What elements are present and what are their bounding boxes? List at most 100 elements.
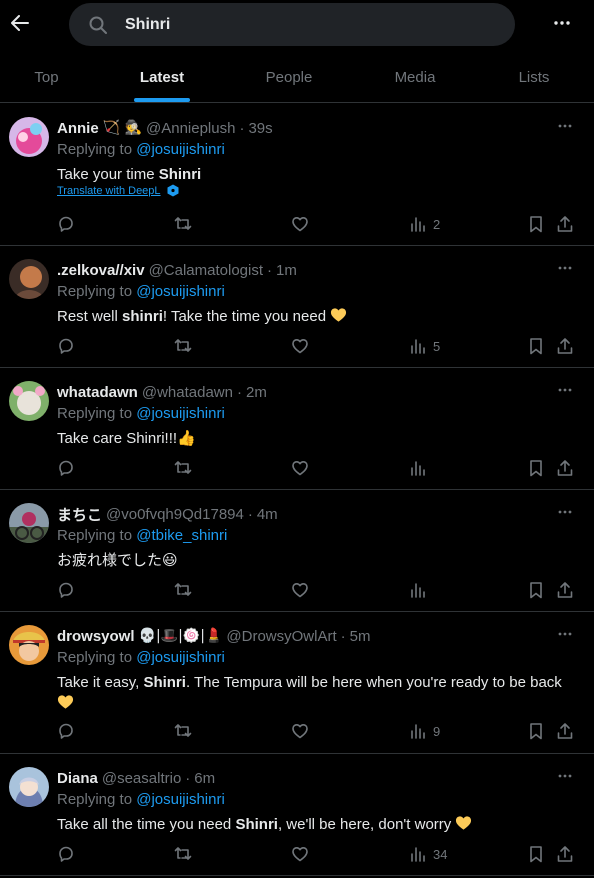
search-input[interactable]	[125, 15, 485, 34]
tweet-text-highlight: shinri	[122, 308, 163, 325]
search-icon	[89, 16, 107, 34]
bookmark-button[interactable]	[527, 578, 545, 602]
tweet-text-part: お疲れ様でした😃	[57, 552, 178, 569]
tweet-more-button[interactable]	[554, 624, 576, 644]
avatar[interactable]	[9, 625, 49, 665]
tweet-more-button[interactable]	[554, 502, 576, 522]
like-button[interactable]	[291, 719, 309, 743]
avatar[interactable]	[9, 503, 49, 543]
retweet-icon	[174, 217, 192, 230]
share-button[interactable]	[556, 578, 574, 602]
top-bar	[0, 0, 594, 48]
user-handle[interactable]: @Annieplush	[146, 120, 235, 137]
tweet[interactable]: .zelkova//xiv @Calamatologist · 1m Reply…	[0, 246, 594, 368]
bookmark-button[interactable]	[527, 334, 545, 358]
tweet-text-part: Take care Shinri!!!👍	[57, 430, 196, 447]
bookmark-button[interactable]	[527, 212, 545, 236]
user-handle[interactable]: @whatadawn	[142, 384, 233, 401]
retweet-button[interactable]	[174, 578, 192, 602]
user-handle[interactable]: @Calamatologist	[149, 262, 263, 279]
views-count: 5	[433, 338, 441, 354]
tweet[interactable]: Annie 🏹 🕵 @Annieplush · 39s Replying to …	[0, 104, 594, 246]
display-name[interactable]: drowsyowl	[57, 628, 135, 645]
user-handle[interactable]: @DrowsyOwlArt	[226, 628, 336, 645]
tweet-time[interactable]: 4m	[257, 506, 278, 523]
like-button[interactable]	[291, 334, 309, 358]
tweet[interactable]: まちこ @vo0fvqh9Qd17894 · 4m Replying to @t…	[0, 490, 594, 612]
bookmark-button[interactable]	[527, 719, 545, 743]
reply-button[interactable]	[57, 842, 75, 866]
retweet-button[interactable]	[174, 719, 192, 743]
avatar[interactable]	[9, 117, 49, 157]
display-name[interactable]: whatadawn	[57, 384, 138, 401]
tweet-more-button[interactable]	[554, 258, 576, 278]
avatar[interactable]	[9, 767, 49, 807]
share-button[interactable]	[556, 334, 574, 358]
tweet-time[interactable]: 5m	[350, 628, 371, 645]
tweet-time[interactable]: 1m	[276, 262, 297, 279]
views-button[interactable]: 2	[409, 212, 440, 236]
tab-top[interactable]: Top	[0, 53, 93, 102]
tweet[interactable]: drowsyowl 💀|🎩|🍥|💄 @DrowsyOwlArt · 5m Rep…	[0, 612, 594, 754]
reply-button[interactable]	[57, 334, 75, 358]
reply-button[interactable]	[57, 212, 75, 236]
reply-mention-link[interactable]: @josuijishinri	[136, 141, 225, 158]
retweet-button[interactable]	[174, 212, 192, 236]
tab-latest[interactable]: Latest	[117, 53, 207, 102]
reply-mention-link[interactable]: @josuijishinri	[136, 405, 225, 422]
display-name[interactable]: Diana	[57, 770, 98, 787]
back-button[interactable]	[4, 6, 36, 40]
views-button[interactable]	[409, 578, 433, 602]
views-button[interactable]	[409, 456, 433, 480]
tweet[interactable]: Diana @seasaltrio · 6m Replying to @josu…	[0, 754, 594, 876]
share-button[interactable]	[556, 456, 574, 480]
avatar[interactable]	[9, 381, 49, 421]
translate-link[interactable]: Translate with DeepL	[57, 184, 179, 197]
views-button[interactable]: 9	[409, 719, 440, 743]
reply-mention-link[interactable]: @tbike_shinri	[136, 527, 227, 544]
reply-mention-link[interactable]: @josuijishinri	[136, 791, 225, 808]
share-button[interactable]	[556, 842, 574, 866]
replying-to: Replying to @tbike_shinri	[57, 527, 227, 544]
display-name[interactable]: Annie	[57, 120, 99, 137]
tab-people[interactable]: People	[237, 53, 341, 102]
reply-mention-link[interactable]: @josuijishinri	[136, 283, 225, 300]
user-handle[interactable]: @seasaltrio	[102, 770, 181, 787]
more-options-button[interactable]	[549, 10, 575, 36]
like-button[interactable]	[291, 212, 309, 236]
retweet-button[interactable]	[174, 456, 192, 480]
bookmark-button[interactable]	[527, 842, 545, 866]
search-box[interactable]	[69, 3, 515, 46]
reply-mention-link[interactable]: @josuijishinri	[136, 649, 225, 666]
reply-button[interactable]	[57, 456, 75, 480]
views-button[interactable]: 5	[409, 334, 440, 358]
tweet-time[interactable]: 39s	[248, 120, 272, 137]
tweet-text: Take your time Shinri	[57, 164, 577, 185]
retweet-button[interactable]	[174, 334, 192, 358]
more-horizontal-icon	[558, 632, 572, 636]
views-button[interactable]: 34	[409, 842, 447, 866]
bookmark-button[interactable]	[527, 456, 545, 480]
display-name[interactable]: .zelkova//xiv	[57, 262, 145, 279]
tweet-time[interactable]: 2m	[246, 384, 267, 401]
user-handle[interactable]: @vo0fvqh9Qd17894	[106, 506, 244, 523]
tweet-more-button[interactable]	[554, 380, 576, 400]
retweet-button[interactable]	[174, 842, 192, 866]
tweet-more-button[interactable]	[554, 766, 576, 786]
share-button[interactable]	[556, 719, 574, 743]
reply-button[interactable]	[57, 719, 75, 743]
display-name[interactable]: まちこ	[57, 504, 102, 525]
reply-button[interactable]	[57, 578, 75, 602]
like-button[interactable]	[291, 578, 309, 602]
like-button[interactable]	[291, 842, 309, 866]
tweet-more-button[interactable]	[554, 116, 576, 136]
tweet-header: whatadawn @whatadawn · 2m	[57, 382, 267, 402]
tweet-time[interactable]: 6m	[194, 770, 215, 787]
avatar[interactable]	[9, 259, 49, 299]
like-button[interactable]	[291, 456, 309, 480]
tab-media[interactable]: Media	[365, 53, 465, 102]
tab-lists[interactable]: Lists	[490, 53, 578, 102]
tweet[interactable]: whatadawn @whatadawn · 2m Replying to @j…	[0, 368, 594, 490]
views-icon	[411, 461, 425, 476]
share-button[interactable]	[556, 212, 574, 236]
